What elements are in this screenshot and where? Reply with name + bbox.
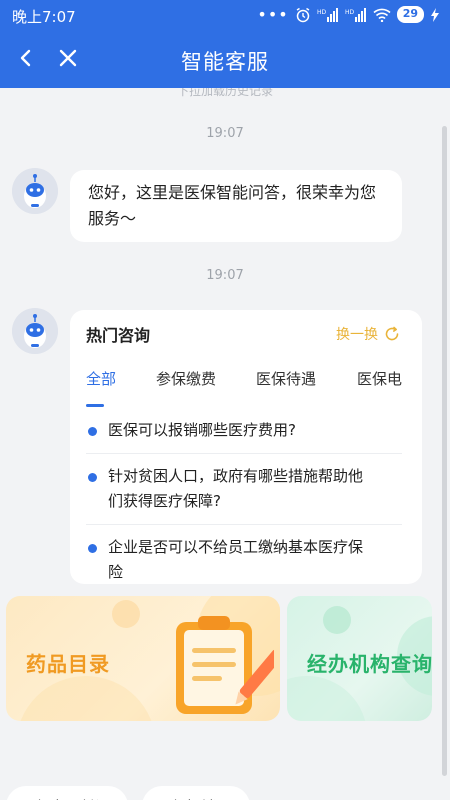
tab-insurance-payment[interactable]: 参保缴费 (156, 368, 216, 389)
signal-hd-icon: HD (317, 7, 338, 22)
chat-scrollbar[interactable] (442, 126, 447, 776)
more-dots-icon: ••• (257, 4, 289, 24)
charging-icon (431, 7, 439, 22)
message-timestamp: 19:07 (206, 268, 244, 283)
status-icons: ••• HD HD 29 (257, 6, 440, 23)
page-title: 智能客服 (181, 50, 269, 74)
history-hint: 下拉加载历史记录 (176, 88, 273, 98)
refresh-button[interactable]: 换一换 (336, 324, 400, 344)
bot-avatar (12, 168, 58, 214)
chat-area[interactable]: 下拉加载历史记录 19:07 您好，这里是医保智能问答，很荣幸为您 服务～ 19… (0, 88, 450, 800)
bullet-dot-icon (88, 544, 97, 553)
svg-text:HD: HD (317, 9, 327, 16)
wifi-icon (373, 8, 391, 22)
category-tabs: 全部 参保缴费 医保待遇 医保电 (86, 368, 422, 398)
active-tab-indicator (86, 404, 104, 407)
tab-insurance-electronic[interactable]: 医保电 (357, 368, 402, 389)
signal-hd-icon-2: HD (345, 7, 366, 22)
quick-link-reimbursement[interactable]: 医保报销 (142, 786, 250, 800)
drug-catalog-label: 药品目录 (26, 652, 110, 676)
nav-bar: 智能客服 (0, 32, 450, 88)
battery-indicator: 29 (396, 6, 424, 23)
card-title: 热门咨询 (86, 326, 151, 345)
tab-all[interactable]: 全部 (86, 368, 116, 389)
question-line: 企业是否可以不给员工缴纳基本医疗保 (108, 538, 364, 556)
bullet-dot-icon (88, 473, 97, 482)
refresh-label: 换一换 (336, 327, 378, 343)
agency-query-card[interactable]: 经办机构查询 (287, 596, 432, 721)
message-timestamp: 19:07 (206, 126, 244, 141)
quick-link-e-voucher[interactable]: 医保电子凭证 (6, 786, 128, 800)
bot-message-line: 服务～ (88, 209, 137, 228)
tab-insurance-benefits[interactable]: 医保待遇 (256, 368, 316, 389)
question-item[interactable]: 企业是否可以不给员工缴纳基本医疗保 险 (86, 525, 402, 595)
bot-avatar (12, 308, 58, 354)
bot-message-line: 您好，这里是医保智能问答，很荣幸为您 (88, 183, 377, 202)
bullet-dot-icon (88, 427, 97, 436)
question-item[interactable]: 医保可以报销哪些医疗费用? (86, 408, 402, 454)
agency-query-label: 经办机构查询 (307, 652, 432, 676)
question-line: 险 (108, 563, 124, 581)
status-time: 晚上7:07 (12, 8, 76, 26)
question-item[interactable]: 针对贫困人口，政府有哪些措施帮助他 们获得医疗保障? (86, 454, 402, 525)
question-line: 针对贫困人口，政府有哪些措施帮助他 (108, 467, 364, 485)
robot-icon (12, 308, 58, 354)
robot-icon (12, 168, 58, 214)
hot-questions-card: 热门咨询 换一换 全部 参保缴费 医保待遇 医保电 医保可以报销哪些医疗费用? … (70, 310, 422, 584)
question-line: 们获得医疗保障? (108, 492, 221, 510)
question-list: 医保可以报销哪些医疗费用? 针对贫困人口，政府有哪些措施帮助他 们获得医疗保障?… (86, 408, 402, 595)
bot-message-bubble: 您好，这里是医保智能问答，很荣幸为您 服务～ (70, 170, 402, 242)
svg-text:HD: HD (345, 9, 355, 16)
status-bar: 晚上7:07 ••• HD HD 29 (0, 0, 450, 32)
question-line: 医保可以报销哪些医疗费用? (108, 421, 296, 439)
alarm-icon (296, 7, 310, 22)
refresh-icon (385, 326, 399, 341)
drug-catalog-card[interactable]: 药品目录 (6, 596, 280, 721)
clipboard-pencil-icon (176, 616, 274, 714)
